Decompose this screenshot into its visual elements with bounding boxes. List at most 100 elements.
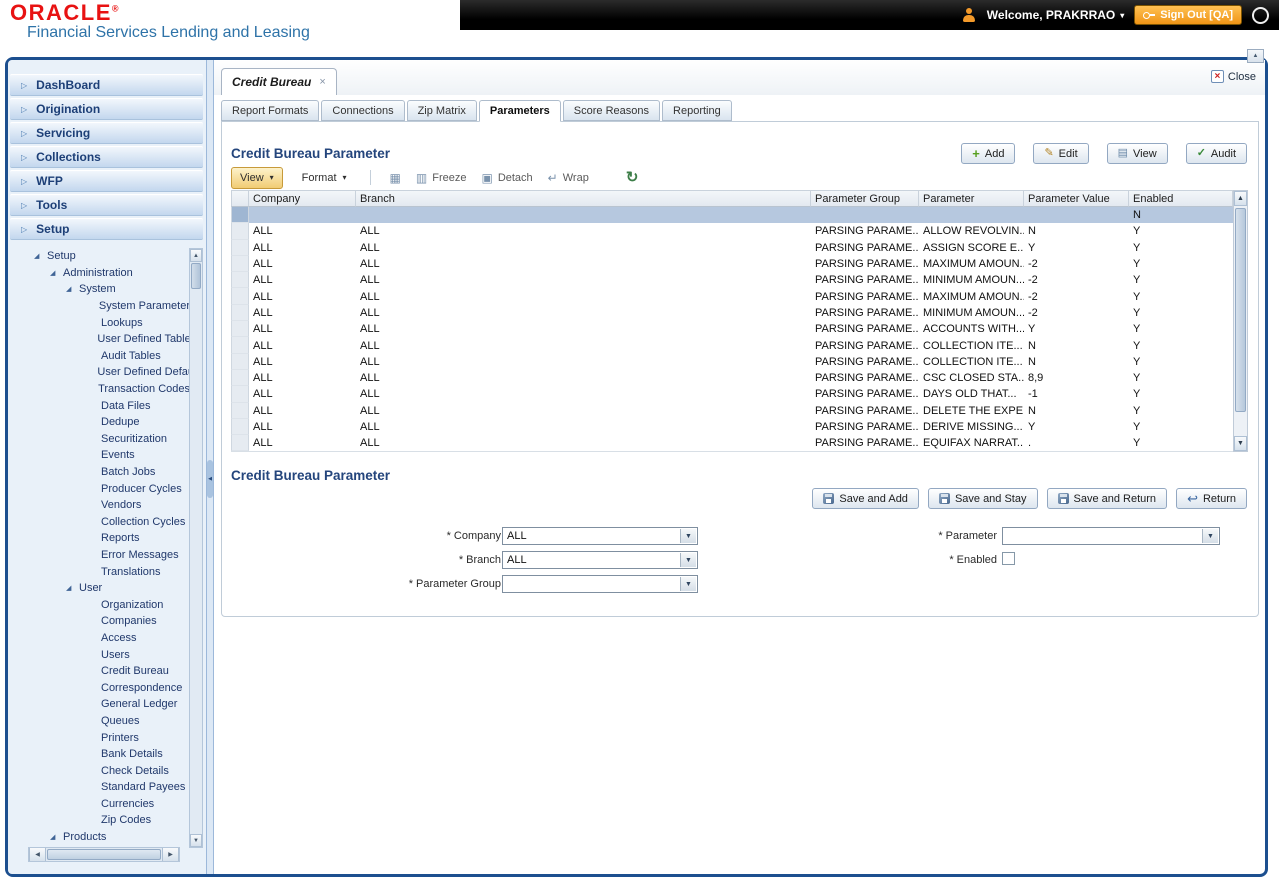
company-select[interactable]: ALL ▼ [502,527,698,545]
scroll-down-button[interactable]: ▼ [190,834,202,847]
page-scroll-up-button[interactable]: ▲ [1247,49,1264,63]
tree-item[interactable]: ◢ Bank Details [8,746,190,763]
scroll-up-button[interactable]: ▲ [190,249,202,262]
save-and-stay-button[interactable]: Save and Stay [927,488,1038,509]
format-menu-button[interactable]: Format ▾ [298,172,351,184]
tree-item[interactable]: ◢ System [8,281,190,298]
close-button[interactable]: × Close [1210,70,1256,83]
branch-select[interactable]: ALL ▼ [502,551,698,569]
tree-item[interactable]: ◢ Setup [8,248,190,265]
table-row[interactable]: ALL ALL PARSING PARAME... MINIMUM AMOUN.… [231,272,1233,289]
tree-item[interactable]: ◢ Check Details [8,762,190,779]
tree-item[interactable]: ◢ Standard Payees [8,779,190,796]
expanded-node-icon[interactable]: ◢ [66,285,75,293]
tree-item[interactable]: ◢ Transaction Codes [8,381,190,398]
enabled-checkbox[interactable] [1002,552,1015,565]
chevron-down-icon[interactable]: ▼ [680,529,696,543]
column-header-parameter-value[interactable]: Parameter Value [1024,190,1129,207]
tree-item[interactable]: ◢ Administration [8,265,190,282]
table-row[interactable]: ALL ALL PARSING PARAME... ASSIGN SCORE E… [231,239,1233,256]
column-header-parameter[interactable]: Parameter [919,190,1024,207]
row-handle[interactable] [231,288,249,305]
table-row[interactable]: ALL ALL PARSING PARAME... ACCOUNTS WITH.… [231,321,1233,338]
tree-item[interactable]: ◢ User Defined Default [8,364,190,381]
tab-close-icon[interactable]: × [319,76,325,88]
table-row[interactable]: ALL ALL PARSING PARAME... EQUIFAX NARRAT… [231,435,1233,452]
row-handle[interactable] [231,207,249,224]
row-handle[interactable] [231,223,249,240]
tree-item[interactable]: ◢ Correspondence [8,679,190,696]
row-handle[interactable] [231,402,249,419]
edit-button[interactable]: ✎ Edit [1033,143,1089,164]
tab-credit-bureau[interactable]: Credit Bureau × [221,68,337,95]
parameter-combobox[interactable]: ▼ [1002,527,1220,545]
tree-item[interactable]: ◢ Users [8,646,190,663]
tree-item[interactable]: ◢ Zip Codes [8,812,190,829]
scroll-left-button[interactable]: ◀ [29,848,46,861]
sidebar-collapse-handle[interactable]: ◀ [207,460,213,498]
tree-item[interactable]: ◢ Producer Cycles [8,480,190,497]
tree-item[interactable]: ◢ Securitization [8,431,190,448]
column-header-company[interactable]: Company [249,190,356,207]
return-button[interactable]: ↩ Return [1176,488,1247,509]
row-handle[interactable] [231,418,249,436]
table-row[interactable]: ALL ALL PARSING PARAME... MINIMUM AMOUN.… [231,304,1233,322]
table-row[interactable]: ALL ALL PARSING PARAME... DERIVE MISSING… [231,418,1233,436]
tree-item[interactable]: ◢ Organization [8,596,190,613]
power-icon[interactable] [1252,6,1269,24]
tree-item[interactable]: ◢ System Parameter [8,298,190,315]
save-and-return-button[interactable]: Save and Return [1046,488,1168,509]
scroll-thumb[interactable] [191,263,201,289]
sidebar-item-tools[interactable]: ▷ Tools [10,194,203,216]
tree-item[interactable]: ◢ Data Files [8,397,190,414]
chevron-down-icon[interactable]: ▼ [680,577,696,591]
expanded-node-icon[interactable]: ◢ [50,269,59,277]
welcome-menu[interactable]: Welcome, PRAKRRAO ▾ [987,8,1124,22]
chevron-down-icon[interactable]: ▼ [1202,529,1218,543]
tab-report-formats[interactable]: Report Formats [221,100,320,121]
wrap-button[interactable]: ↵ Wrap [548,172,589,184]
row-handle[interactable] [231,255,249,273]
scroll-thumb[interactable] [47,849,161,860]
tab-parameters[interactable]: Parameters [478,100,561,122]
row-handle[interactable] [231,304,249,322]
tree-item[interactable]: ◢ User Defined Tables [8,331,190,348]
table-row[interactable]: ALL ALL PARSING PARAME... MAXIMUM AMOUN.… [231,255,1233,273]
column-header-enabled[interactable]: Enabled [1129,190,1233,207]
table-row[interactable]: ALL ALL PARSING PARAME... ALLOW REVOLVIN… [231,223,1233,240]
table-row[interactable]: ALL ALL PARSING PARAME... CSC CLOSED STA… [231,369,1233,387]
tab-reporting[interactable]: Reporting [662,100,732,121]
scroll-up-button[interactable]: ▲ [1234,191,1247,206]
sidebar-item-origination[interactable]: ▷ Origination [10,98,203,120]
column-header-branch[interactable]: Branch [356,190,811,207]
tree-item[interactable]: ◢ Events [8,447,190,464]
tree-item[interactable]: ◢ Batch Jobs [8,464,190,481]
table-row[interactable]: ALL ALL PARSING PARAME... DAYS OLD THAT.… [231,386,1233,403]
tab-connections[interactable]: Connections [321,100,405,121]
tree-item[interactable]: ◢ Products [8,829,190,846]
tree-item[interactable]: ◢ Credit Bureau [8,663,190,680]
expanded-node-icon[interactable]: ◢ [50,833,59,841]
scroll-right-button[interactable]: ▶ [162,848,179,861]
parameter-group-select[interactable]: ▼ [502,575,698,593]
add-button[interactable]: + Add [961,143,1016,164]
tree-item[interactable]: ◢ Error Messages [8,547,190,564]
row-handle[interactable] [231,321,249,338]
save-and-add-button[interactable]: Save and Add [812,488,919,509]
table-row[interactable]: ALL ALL PARSING PARAME... COLLECTION ITE… [231,337,1233,354]
column-header-parameter-group[interactable]: Parameter Group [811,190,919,207]
tree-item[interactable]: ◢ Queues [8,713,190,730]
tree-item[interactable]: ◢ Printers [8,729,190,746]
view-menu-button[interactable]: View ▾ [231,166,283,189]
scroll-down-button[interactable]: ▼ [1234,436,1247,451]
freeze-button[interactable]: ▥ Freeze [416,172,467,184]
scroll-thumb[interactable] [1235,208,1246,412]
table-row[interactable]: N [231,207,1233,224]
detach-button[interactable]: ▣ Detach [481,172,532,184]
table-row[interactable]: ALL ALL PARSING PARAME... MAXIMUM AMOUN.… [231,288,1233,305]
tab-zip-matrix[interactable]: Zip Matrix [406,100,477,121]
sidebar-item-wfp[interactable]: ▷ WFP [10,170,203,192]
tree-item[interactable]: ◢ Lookups [8,314,190,331]
tree-item[interactable]: ◢ Vendors [8,497,190,514]
sign-out-button[interactable]: Sign Out [QA] [1134,5,1242,25]
